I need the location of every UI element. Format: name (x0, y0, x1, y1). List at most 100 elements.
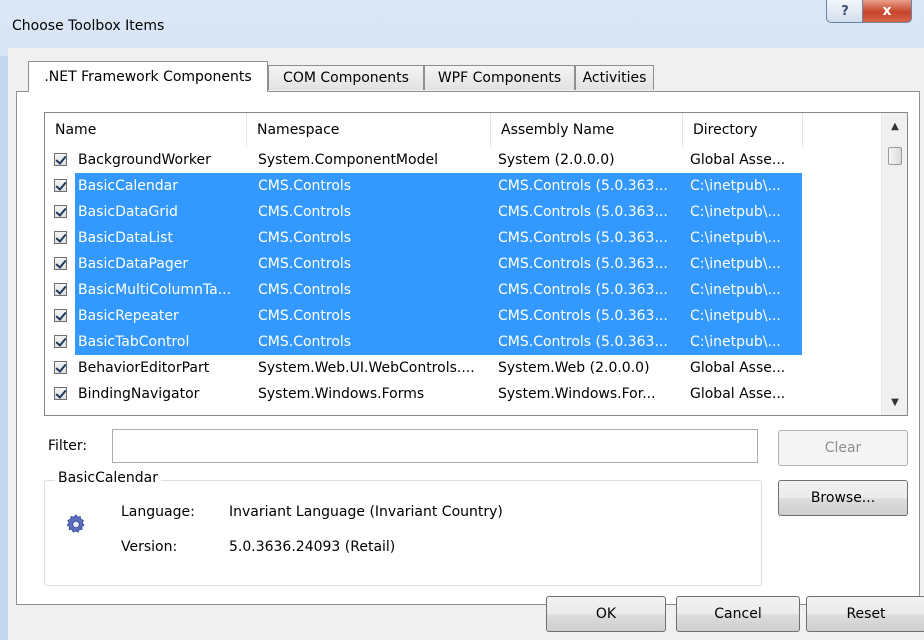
cell-name: BackgroundWorker (78, 152, 211, 168)
cell-name: BasicDataGrid (78, 204, 178, 220)
tab-net-framework-components[interactable]: .NET Framework Components (28, 61, 268, 92)
cell-assembly: CMS.Controls (5.0.363... (498, 282, 668, 298)
cell-namespace: CMS.Controls (258, 334, 352, 350)
tab-wpf-components[interactable]: WPF Components (424, 65, 575, 90)
chevron-down-icon[interactable]: ▼ (882, 389, 907, 415)
cell-directory: C:\inetpub\... (690, 282, 781, 298)
cell-assembly: System.Windows.For... (498, 386, 656, 402)
row-checkbox[interactable] (54, 309, 67, 322)
table-row[interactable]: BasicTabControl CMS.Controls CMS.Controls … (45, 329, 883, 355)
cell-directory: C:\inetpub\... (690, 334, 781, 350)
row-checkbox[interactable] (54, 387, 67, 400)
ok-button[interactable]: OK (546, 596, 666, 632)
cell-directory: C:\inetpub\... (690, 178, 781, 194)
column-header-filler (803, 113, 883, 147)
row-checkbox[interactable] (54, 231, 67, 244)
table-row[interactable]: BehaviorEditorPart System.Web.UI.WebContr… (45, 355, 883, 381)
cell-name: BindingNavigator (78, 386, 200, 402)
close-button[interactable]: x (862, 0, 912, 23)
cell-assembly: CMS.Controls (5.0.363... (498, 308, 668, 324)
cell-namespace: System.Windows.Forms (258, 386, 425, 402)
row-cells: BasicCalendar CMS.Controls CMS.Controls (5… (75, 173, 802, 199)
cell-assembly: System.Web (2.0.0.0) (498, 360, 650, 376)
row-cells: BasicDataPager CMS.Controls CMS.Controls (… (75, 251, 802, 277)
cell-namespace: CMS.Controls (258, 282, 352, 298)
table-row[interactable]: BackgroundWorker System.ComponentModel Sys… (45, 147, 883, 173)
row-checkbox[interactable] (54, 335, 67, 348)
row-checkbox[interactable] (54, 153, 67, 166)
tab-com-components[interactable]: COM Components (268, 65, 424, 90)
row-checkbox[interactable] (54, 283, 67, 296)
cell-namespace: System.ComponentModel (258, 152, 438, 168)
title-bar[interactable]: Choose Toolbox Items ? x (0, 0, 924, 48)
language-value: Invariant Language (Invariant Country) (229, 504, 503, 520)
cell-name: BasicDataPager (78, 256, 189, 272)
cell-name: BasicMultiColumnTa... (78, 282, 232, 298)
tab-activities[interactable]: Activities (575, 65, 654, 90)
column-header-name[interactable]: Name (45, 113, 247, 147)
table-row[interactable]: BindingNavigator System.Windows.Forms Syst… (45, 381, 883, 407)
cell-name: BasicRepeater (78, 308, 179, 324)
gear-icon (66, 514, 85, 533)
cell-directory: C:\inetpub\... (690, 230, 781, 246)
filter-label: Filter: (48, 438, 88, 454)
row-checkbox[interactable] (54, 361, 67, 374)
cell-namespace: CMS.Controls (258, 230, 352, 246)
column-header-assembly-name[interactable]: Assembly Name (491, 113, 683, 147)
row-checkbox[interactable] (54, 179, 67, 192)
table-row[interactable]: BasicDataPager CMS.Controls CMS.Controls (… (45, 251, 883, 277)
cell-name: BehaviorEditorPart (78, 360, 210, 376)
cell-assembly: CMS.Controls (5.0.363... (498, 256, 668, 272)
window-title: Choose Toolbox Items (12, 18, 165, 34)
cell-directory: Global Asse... (690, 386, 786, 402)
row-cells: BasicTabControl CMS.Controls CMS.Controls … (75, 329, 802, 355)
cell-namespace: CMS.Controls (258, 178, 352, 194)
cell-name: BasicDataList (78, 230, 173, 246)
row-cells: BasicDataGrid CMS.Controls CMS.Controls (5… (75, 199, 802, 225)
chevron-up-icon[interactable]: ▲ (882, 113, 907, 139)
cancel-button[interactable]: Cancel (676, 596, 800, 632)
column-header-directory[interactable]: Directory (683, 113, 803, 147)
row-cells: BasicMultiColumnTa... CMS.Controls CMS.Con… (75, 277, 802, 303)
cell-assembly: CMS.Controls (5.0.363... (498, 334, 668, 350)
table-row[interactable]: BasicCalendar CMS.Controls CMS.Controls (5… (45, 173, 883, 199)
cell-name: BasicCalendar (78, 178, 179, 194)
row-checkbox[interactable] (54, 257, 67, 270)
scrollbar-thumb[interactable] (888, 147, 902, 165)
filter-input[interactable] (112, 429, 758, 463)
version-value: 5.0.3636.24093 (Retail) (229, 539, 396, 555)
table-row[interactable]: BasicMultiColumnTa... CMS.Controls CMS.Con… (45, 277, 883, 303)
column-header-namespace[interactable]: Namespace (247, 113, 491, 147)
row-checkbox[interactable] (54, 205, 67, 218)
browse-button[interactable]: Browse... (778, 480, 908, 516)
component-details-group: BasicCalendar Language: Invariant Langua… (44, 470, 762, 586)
cell-assembly: System (2.0.0.0) (498, 152, 615, 168)
list-header: Name Namespace Assembly Name Directory (45, 113, 883, 147)
components-list[interactable]: Name Namespace Assembly Name Directory B… (44, 112, 908, 416)
cell-directory: C:\inetpub\... (690, 308, 781, 324)
row-cells: BasicDataList CMS.Controls CMS.Controls (5… (75, 225, 802, 251)
cell-directory: Global Asse... (690, 360, 786, 376)
row-cells: BindingNavigator System.Windows.Forms Syst… (75, 381, 802, 407)
cell-namespace: CMS.Controls (258, 204, 352, 220)
vertical-scrollbar[interactable]: ▲ ▼ (881, 113, 907, 415)
cell-namespace: CMS.Controls (258, 256, 352, 272)
table-row[interactable]: BasicDataList CMS.Controls CMS.Controls (5… (45, 225, 883, 251)
row-cells: BasicRepeater CMS.Controls CMS.Controls (5… (75, 303, 802, 329)
row-checkbox[interactable] (54, 415, 67, 416)
cell-assembly: CMS.Controls (5.0.363... (498, 204, 668, 220)
language-label: Language: (121, 504, 195, 520)
window-border (0, 56, 8, 640)
clear-button[interactable]: Clear (778, 430, 908, 466)
cell-directory: Global Asse... (690, 152, 786, 168)
cell-name: BasicTabControl (78, 334, 190, 350)
cell-directory: C:\inetpub\... (690, 204, 781, 220)
details-group-title: BasicCalendar (55, 470, 162, 486)
reset-button[interactable]: Reset (806, 596, 924, 632)
table-row[interactable]: BasicDataGrid CMS.Controls CMS.Controls (5… (45, 199, 883, 225)
table-row[interactable]: BasicRepeater CMS.Controls CMS.Controls (5… (45, 303, 883, 329)
row-cells: BackgroundWorker System.ComponentModel Sys… (75, 147, 802, 173)
cell-assembly: CMS.Controls (5.0.363... (498, 230, 668, 246)
help-button[interactable]: ? (826, 0, 864, 23)
list-row-partial (45, 409, 883, 416)
